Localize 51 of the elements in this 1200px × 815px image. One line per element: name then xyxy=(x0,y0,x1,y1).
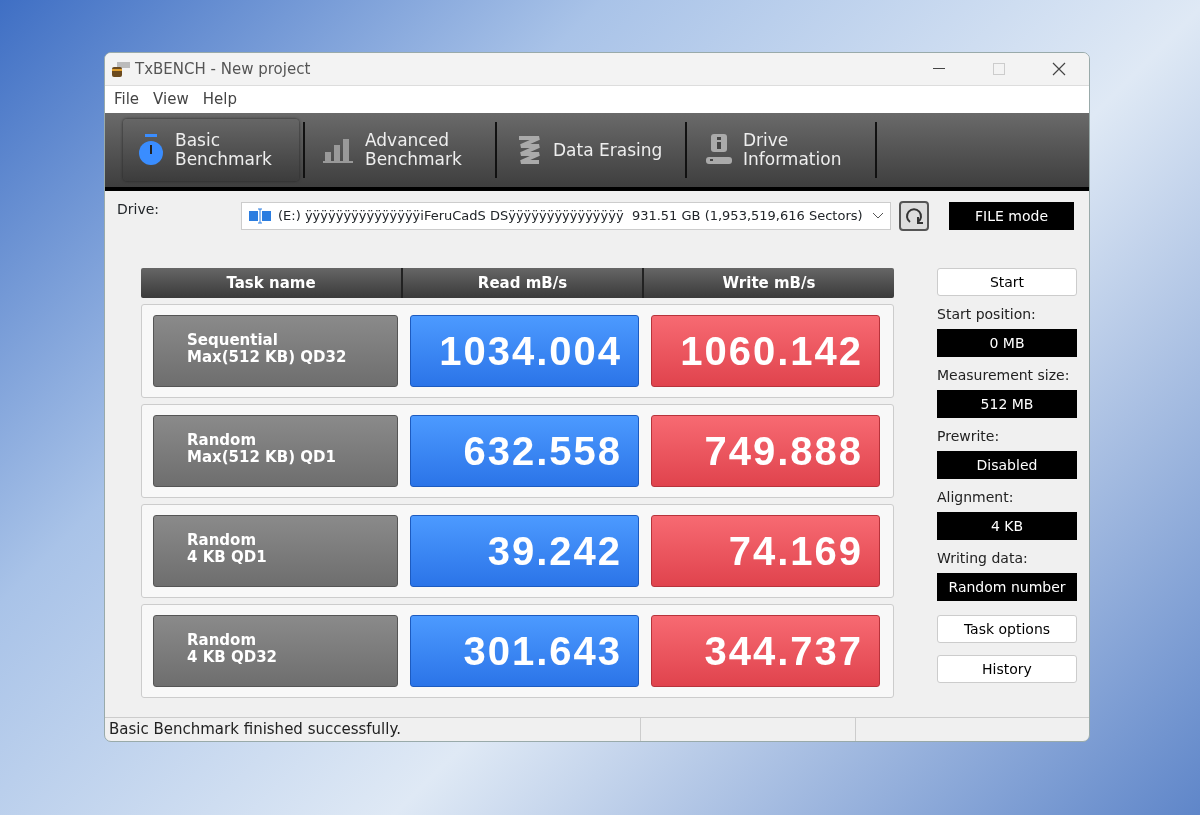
minimize-icon xyxy=(933,68,945,70)
menu-item[interactable]: File xyxy=(114,88,140,111)
read-speed: 39.242 xyxy=(410,515,639,587)
setting-label: Writing data: xyxy=(937,549,1029,568)
status-text: Basic Benchmark finished successfully. xyxy=(109,720,401,738)
stopwatch-icon xyxy=(137,133,165,167)
action-button[interactable]: History xyxy=(937,655,1077,683)
refresh-icon xyxy=(905,207,924,225)
chevron-icon xyxy=(872,212,885,220)
column-header: Write mB/s xyxy=(721,272,817,294)
setting-label: Alignment: xyxy=(937,488,1015,507)
read-speed: 301.643 xyxy=(410,615,639,687)
write-speed: 749.888 xyxy=(651,415,880,487)
window-title: TxBENCH - New project xyxy=(135,58,311,80)
bar-chart-icon xyxy=(323,136,355,164)
menu-item[interactable]: Help xyxy=(202,88,237,111)
action-button[interactable]: Task options xyxy=(937,615,1077,643)
app-icon xyxy=(111,60,131,79)
drive-label: Drive: xyxy=(117,200,160,219)
read-speed: 632.558 xyxy=(410,415,639,487)
tab[interactable]: Advanced Benchmark xyxy=(309,119,491,181)
write-speed: 74.169 xyxy=(651,515,880,587)
column-header: Read mB/s xyxy=(403,268,644,298)
read-speed: 1034.004 xyxy=(410,315,639,387)
task-name: Random 4 KB QD32 xyxy=(153,615,398,687)
setting-value: 0 MB xyxy=(937,329,1077,357)
tab[interactable]: Basic Benchmark xyxy=(123,119,299,181)
refresh-button[interactable] xyxy=(899,201,930,231)
task-name: Random Max(512 KB) QD1 xyxy=(153,415,398,487)
drive-dropdown[interactable]: (E:) ÿÿÿÿÿÿÿÿÿÿÿÿÿÿÿiFeruCadS DSÿÿÿÿÿÿÿÿÿÿÿÿÿÿÿ 931.51 GB (1,953,519,616 Sectors) xyxy=(241,202,892,230)
task-name: Random 4 KB QD1 xyxy=(153,515,398,587)
maximize-icon xyxy=(993,63,1005,75)
setting-label: Prewrite: xyxy=(937,427,1001,446)
write-speed: 1060.142 xyxy=(651,315,880,387)
mode-display: FILE mode xyxy=(949,202,1074,230)
column-header: Task name xyxy=(141,268,403,298)
tab[interactable]: Drive Information xyxy=(691,119,871,181)
setting-value: 4 KB xyxy=(937,512,1077,540)
tab[interactable]: Data Erasing xyxy=(501,119,681,181)
setting-value: Random number xyxy=(937,573,1077,601)
drive-icon xyxy=(248,208,273,224)
drive-info-icon xyxy=(705,133,733,167)
setting-label: Start position: xyxy=(937,305,1037,324)
setting-value: Disabled xyxy=(937,451,1077,479)
menu-item[interactable]: View xyxy=(153,88,189,111)
write-speed: 344.737 xyxy=(651,615,880,687)
close-icon xyxy=(1052,62,1066,76)
setting-value: 512 MB xyxy=(937,390,1077,418)
setting-label: Measurement size: xyxy=(937,366,1071,385)
start-button[interactable]: Start xyxy=(937,268,1077,296)
task-name: Sequential Max(512 KB) QD32 xyxy=(153,315,398,387)
